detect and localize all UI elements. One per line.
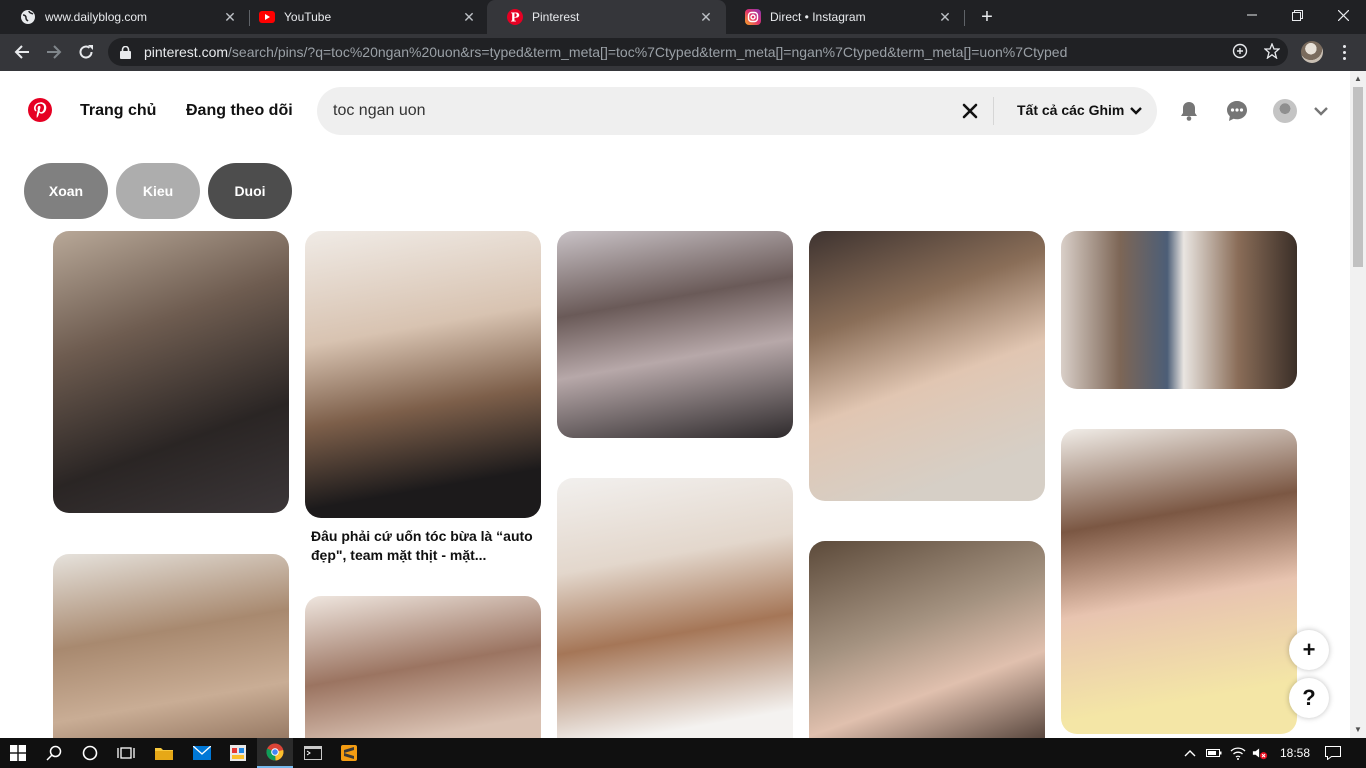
bell-icon[interactable] (1177, 99, 1201, 123)
profile-avatar[interactable] (1301, 41, 1323, 63)
chip-kieu[interactable]: Kieu (116, 163, 200, 219)
search-icon[interactable] (36, 738, 72, 768)
chip-xoan[interactable]: Xoan (24, 163, 108, 219)
tab-youtube[interactable]: YouTube ✕ (239, 0, 489, 34)
browser-toolbar: pinterest.com/search/pins/?q=toc%20ngan%… (0, 34, 1366, 71)
forward-icon[interactable] (40, 38, 68, 66)
scroll-up-icon[interactable]: ▲ (1354, 75, 1362, 83)
battery-icon[interactable] (1206, 745, 1222, 761)
scroll-down-icon[interactable]: ▼ (1354, 726, 1362, 734)
reload-icon[interactable] (72, 38, 100, 66)
url-path: /search/pins/?q=toc%20ngan%20uon&rs=type… (228, 44, 1068, 60)
pin-image[interactable] (809, 541, 1045, 756)
close-icon[interactable]: ✕ (461, 9, 477, 25)
restore-button[interactable] (1274, 0, 1320, 30)
scrollbar-thumb[interactable] (1353, 87, 1363, 267)
more-menu-icon[interactable] (1334, 42, 1354, 62)
search-bar: Tất cả các Ghim (317, 87, 1157, 135)
chip-label: Kieu (142, 183, 174, 199)
tab-title: www.dailyblog.com (45, 10, 148, 24)
minimize-button[interactable] (1229, 0, 1275, 30)
close-icon[interactable]: ✕ (698, 9, 714, 25)
pin-image[interactable] (557, 478, 793, 758)
pin-image[interactable] (305, 596, 541, 756)
tab-instagram[interactable]: Direct • Instagram ✕ (725, 0, 965, 34)
nav-following[interactable]: Đang theo dõi (186, 102, 293, 120)
lock-icon (120, 45, 134, 59)
pinterest-logo-icon[interactable] (28, 98, 52, 122)
tab-dailyblog[interactable]: www.dailyblog.com ✕ (0, 0, 250, 34)
pinterest-header: Trang chủ Đang theo dõi Tất cả các Ghim (0, 71, 1350, 151)
clear-search-icon[interactable] (959, 100, 981, 122)
back-icon[interactable] (8, 38, 36, 66)
tab-title: Direct • Instagram (770, 10, 866, 24)
globe-icon (20, 9, 36, 25)
svg-text:P: P (510, 11, 519, 25)
scope-label: Tất cả các Ghim (1017, 102, 1125, 118)
pin-image[interactable] (1061, 429, 1297, 734)
chevron-up-icon[interactable] (1182, 745, 1198, 761)
plus-icon: + (1302, 637, 1316, 662)
pin-caption[interactable]: Đâu phải cứ uốn tóc bừa là “auto đẹp", t… (311, 527, 539, 565)
tab-separator (964, 10, 965, 26)
close-icon[interactable]: ✕ (222, 9, 238, 25)
cmd-icon[interactable] (295, 738, 331, 768)
notification-icon[interactable] (1325, 745, 1341, 761)
paint-app-icon[interactable] (220, 738, 256, 768)
sublime-text-icon[interactable] (331, 738, 367, 768)
address-bar[interactable]: pinterest.com/search/pins/?q=toc%20ngan%… (108, 38, 1288, 66)
instagram-icon (745, 9, 761, 25)
nav-home[interactable]: Trang chủ (80, 102, 156, 120)
taskbar-clock[interactable]: 18:58 (1280, 746, 1310, 760)
tab-title: YouTube (284, 10, 332, 24)
add-pin-button[interactable]: + (1289, 630, 1329, 670)
add-icon[interactable] (1229, 40, 1251, 62)
chevron-down-icon[interactable] (1309, 99, 1333, 123)
pin-image[interactable] (53, 554, 289, 754)
chip-label: Xoan (48, 183, 84, 199)
pin-image[interactable] (53, 231, 289, 513)
pin-image[interactable] (557, 231, 793, 438)
tab-strip: www.dailyblog.com ✕ YouTube ✕ P Pinteres… (0, 0, 1366, 34)
cortana-icon[interactable] (72, 738, 108, 768)
volume-muted-icon[interactable] (1252, 745, 1268, 761)
pin-image[interactable] (809, 231, 1045, 501)
close-window-button[interactable] (1320, 0, 1366, 30)
chrome-taskbar-icon[interactable] (257, 738, 293, 768)
pinterest-icon: P (507, 9, 523, 25)
chevron-down-icon (1130, 102, 1143, 118)
chip-label: Duoi (234, 183, 266, 199)
star-icon[interactable] (1261, 40, 1283, 62)
task-view-icon[interactable] (108, 738, 144, 768)
search-scope-dropdown[interactable]: Tất cả các Ghim (1017, 102, 1143, 118)
pin-image[interactable] (305, 231, 541, 518)
wifi-icon[interactable] (1230, 745, 1246, 761)
close-icon[interactable]: ✕ (937, 9, 953, 25)
file-explorer-icon[interactable] (146, 738, 182, 768)
youtube-icon (259, 9, 275, 25)
search-divider (993, 97, 994, 125)
url-host: pinterest.com (144, 44, 229, 60)
new-tab-button[interactable]: + (976, 6, 998, 28)
url-text: pinterest.com/search/pins/?q=toc%20ngan%… (144, 44, 1067, 60)
chat-icon[interactable] (1225, 99, 1249, 123)
windows-start-icon[interactable] (0, 738, 36, 768)
help-button[interactable]: ? (1289, 678, 1329, 718)
tab-pinterest[interactable]: P Pinterest ✕ (487, 0, 726, 34)
pin-image[interactable] (1061, 231, 1297, 389)
tab-title: Pinterest (532, 10, 580, 24)
page-scrollbar[interactable]: ▲ ▼ (1350, 71, 1366, 738)
taskbar: 18:58 (0, 738, 1366, 768)
question-icon: ? (1302, 685, 1316, 710)
chip-duoi[interactable]: Duoi (208, 163, 292, 219)
user-avatar[interactable] (1273, 99, 1297, 123)
search-input[interactable] (333, 99, 933, 123)
mail-icon[interactable] (184, 738, 220, 768)
